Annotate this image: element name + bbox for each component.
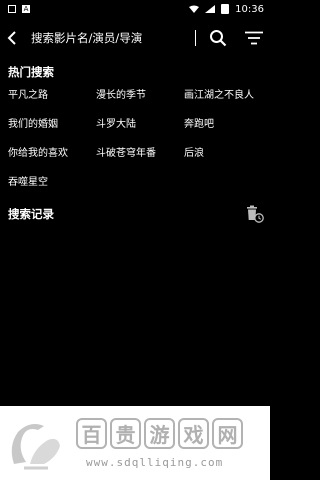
status-time: 10:36 xyxy=(235,3,264,15)
ad-banner[interactable]: 百 贵 游 戏 网 www.sdqlliqing.com xyxy=(0,406,270,480)
ad-char: 戏 xyxy=(178,418,209,449)
brand-logo-icon xyxy=(11,424,60,470)
text-cursor xyxy=(195,30,196,46)
hot-search-item[interactable]: 平凡之路 xyxy=(8,89,96,103)
search-input[interactable] xyxy=(31,27,181,49)
ad-char: 贵 xyxy=(110,418,141,449)
search-icon xyxy=(210,30,227,47)
ad-char: 百 xyxy=(76,418,107,449)
search-history-title: 搜索记录 xyxy=(8,207,54,221)
trash-clock-icon[interactable] xyxy=(246,205,264,223)
hot-search-title: 热门搜索 xyxy=(8,65,54,79)
notification-square-icon xyxy=(8,5,16,13)
notification-app-icon: A xyxy=(22,5,30,13)
search-toolbar xyxy=(0,22,270,54)
hot-search-item[interactable]: 奔跑吧 xyxy=(184,118,270,132)
battery-icon xyxy=(221,4,230,14)
filter-icon xyxy=(245,31,263,45)
hot-search-item[interactable]: 我们的婚姻 xyxy=(8,118,96,132)
wifi-icon xyxy=(189,5,200,13)
hot-search-item[interactable]: 漫长的季节 xyxy=(96,89,184,103)
ad-url: www.sdqlliqing.com xyxy=(86,456,224,469)
ad-brand-text: 百 贵 游 戏 网 xyxy=(76,418,243,449)
search-button[interactable] xyxy=(206,22,230,54)
hot-search-item[interactable]: 画江湖之不良人 xyxy=(184,89,270,103)
hot-search-item[interactable]: 吞噬星空 xyxy=(8,176,96,190)
hot-search-item[interactable]: 斗破苍穹年番 xyxy=(96,147,184,161)
hot-search-item[interactable]: 后浪 xyxy=(184,147,270,161)
back-button[interactable] xyxy=(0,22,24,54)
ad-char: 游 xyxy=(144,418,175,449)
signal-icon xyxy=(205,5,216,13)
hot-search-list: 平凡之路 漫长的季节 画江湖之不良人 我们的婚姻 斗罗大陆 奔跑吧 你给我的喜欢… xyxy=(8,89,270,190)
ad-char: 网 xyxy=(212,418,243,449)
back-arrow-icon xyxy=(7,31,16,45)
hot-search-item[interactable]: 你给我的喜欢 xyxy=(8,147,96,161)
hot-search-item[interactable]: 斗罗大陆 xyxy=(96,118,184,132)
status-bar: A 10:36 xyxy=(0,0,270,18)
filter-button[interactable] xyxy=(242,22,266,54)
